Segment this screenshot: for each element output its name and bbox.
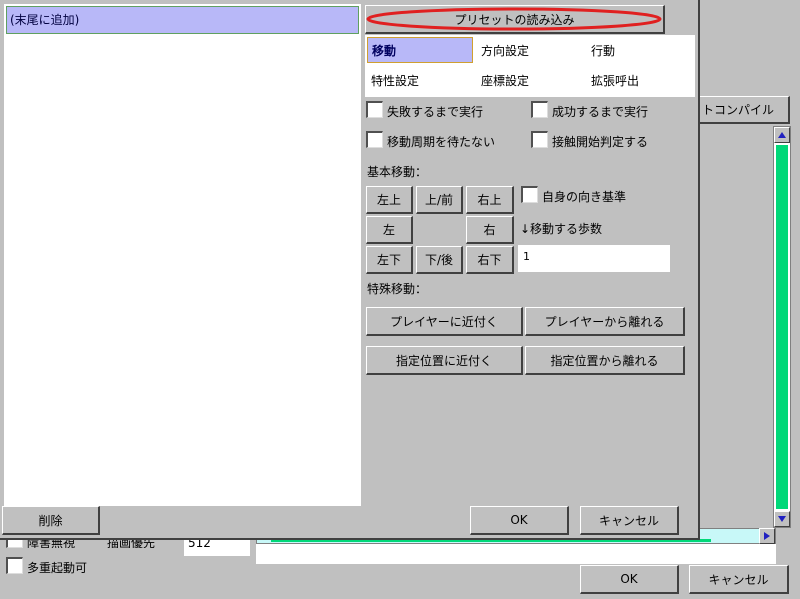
tab-action[interactable]: 行動 <box>587 37 693 63</box>
steps-input[interactable]: 1 <box>518 245 670 272</box>
approach-point-button[interactable]: 指定位置に近付く <box>366 346 523 375</box>
no-wait-cycle-checkbox[interactable] <box>366 131 383 148</box>
basic-move-heading: 基本移動： <box>367 165 428 179</box>
bg-cancel-button[interactable]: キャンセル <box>689 565 789 594</box>
preset-load-button[interactable]: プリセットの読み込み <box>365 5 665 34</box>
move-left-button[interactable]: 左 <box>366 216 413 244</box>
move-down-button[interactable]: 下/後 <box>416 246 463 274</box>
contact-judge-label: 接触開始判定する <box>552 135 649 149</box>
list-item[interactable]: (末尾に追加) <box>6 6 359 34</box>
away-player-button[interactable]: プレイヤーから離れる <box>525 307 685 336</box>
steps-label: ↓移動する歩数 <box>520 222 603 236</box>
contact-judge-checkbox[interactable] <box>531 131 548 148</box>
bg-vertical-scrollbar[interactable] <box>773 126 791 528</box>
no-wait-cycle-label: 移動周期を待たない <box>387 135 496 149</box>
multi-start-label: 多重起動可 <box>27 561 88 575</box>
ok-button[interactable]: OK <box>470 506 569 535</box>
away-point-button[interactable]: 指定位置から離れる <box>525 346 685 375</box>
compile-button[interactable]: トコンパイル <box>697 96 790 124</box>
scroll-right-arrow-icon[interactable] <box>759 528 775 544</box>
tab-extend-call[interactable]: 拡張呼出 <box>587 67 693 93</box>
run-until-success-checkbox[interactable] <box>531 101 548 118</box>
move-down-right-button[interactable]: 右下 <box>466 246 514 274</box>
run-until-fail-checkbox[interactable] <box>366 101 383 118</box>
self-direction-label: 自身の向き基準 <box>542 190 627 204</box>
scroll-down-arrow-icon[interactable] <box>774 511 790 527</box>
multi-start-checkbox[interactable] <box>6 557 23 574</box>
delete-button[interactable]: 削除 <box>2 506 100 535</box>
approach-player-button[interactable]: プレイヤーに近付く <box>366 307 523 336</box>
run-until-fail-label: 失敗するまで実行 <box>387 105 484 119</box>
command-list[interactable]: (末尾に追加) <box>4 4 361 506</box>
move-down-left-button[interactable]: 左下 <box>366 246 413 274</box>
self-direction-checkbox[interactable] <box>521 186 538 203</box>
preset-load-label: プリセットの読み込み <box>454 12 575 27</box>
bg-white-area <box>256 544 776 564</box>
move-right-button[interactable]: 右 <box>466 216 514 244</box>
tab-property[interactable]: 特性設定 <box>367 67 473 93</box>
run-until-success-label: 成功するまで実行 <box>552 105 649 119</box>
special-move-heading: 特殊移動： <box>367 282 428 296</box>
scroll-up-arrow-icon[interactable] <box>774 127 790 143</box>
tab-move[interactable]: 移動 <box>367 37 473 63</box>
tab-coordinate[interactable]: 座標設定 <box>477 67 583 93</box>
move-up-left-button[interactable]: 左上 <box>366 186 413 214</box>
bg-ok-button[interactable]: OK <box>580 565 679 594</box>
tab-direction[interactable]: 方向設定 <box>477 37 583 63</box>
move-up-button[interactable]: 上/前 <box>416 186 463 214</box>
scroll-thumb[interactable] <box>776 145 788 509</box>
move-up-right-button[interactable]: 右上 <box>466 186 514 214</box>
cancel-button[interactable]: キャンセル <box>580 506 679 535</box>
